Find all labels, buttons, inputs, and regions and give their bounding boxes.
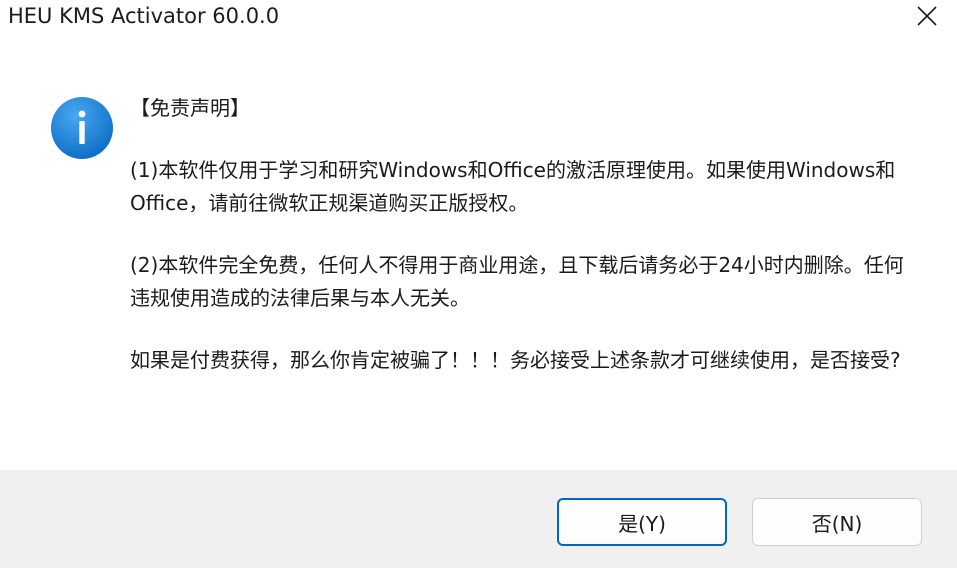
close-icon [917, 6, 937, 26]
disclaimer-paragraph-1: (1)本软件仅用于学习和研究Windows和Office的激活原理使用。如果使用… [130, 158, 896, 215]
close-button[interactable] [897, 0, 957, 32]
button-bar: 是(Y) 否(N) [0, 470, 957, 568]
dialog-content: 【免责声明】 (1)本软件仅用于学习和研究Windows和Office的激活原理… [0, 36, 957, 470]
disclaimer-paragraph-3: 如果是付费获得，那么你肯定被骗了！！！务必接受上述条款才可继续使用，是否接受? [130, 348, 901, 372]
no-button[interactable]: 否(N) [752, 498, 922, 546]
title-bar: HEU KMS Activator 60.0.0 [0, 0, 957, 36]
disclaimer-paragraph-2: (2)本软件完全免费，任何人不得用于商业用途，且下载后请务必于24小时内删除。任… [130, 253, 904, 310]
disclaimer-heading: 【免责声明】 [130, 96, 250, 120]
info-icon [51, 97, 113, 159]
window-title: HEU KMS Activator 60.0.0 [8, 4, 280, 28]
message-text: 【免责声明】 (1)本软件仅用于学习和研究Windows和Office的激活原理… [130, 92, 910, 406]
message-dialog: HEU KMS Activator 60.0.0 【免责声明】 (1)本软件仅用… [0, 0, 957, 568]
yes-button[interactable]: 是(Y) [557, 498, 727, 546]
